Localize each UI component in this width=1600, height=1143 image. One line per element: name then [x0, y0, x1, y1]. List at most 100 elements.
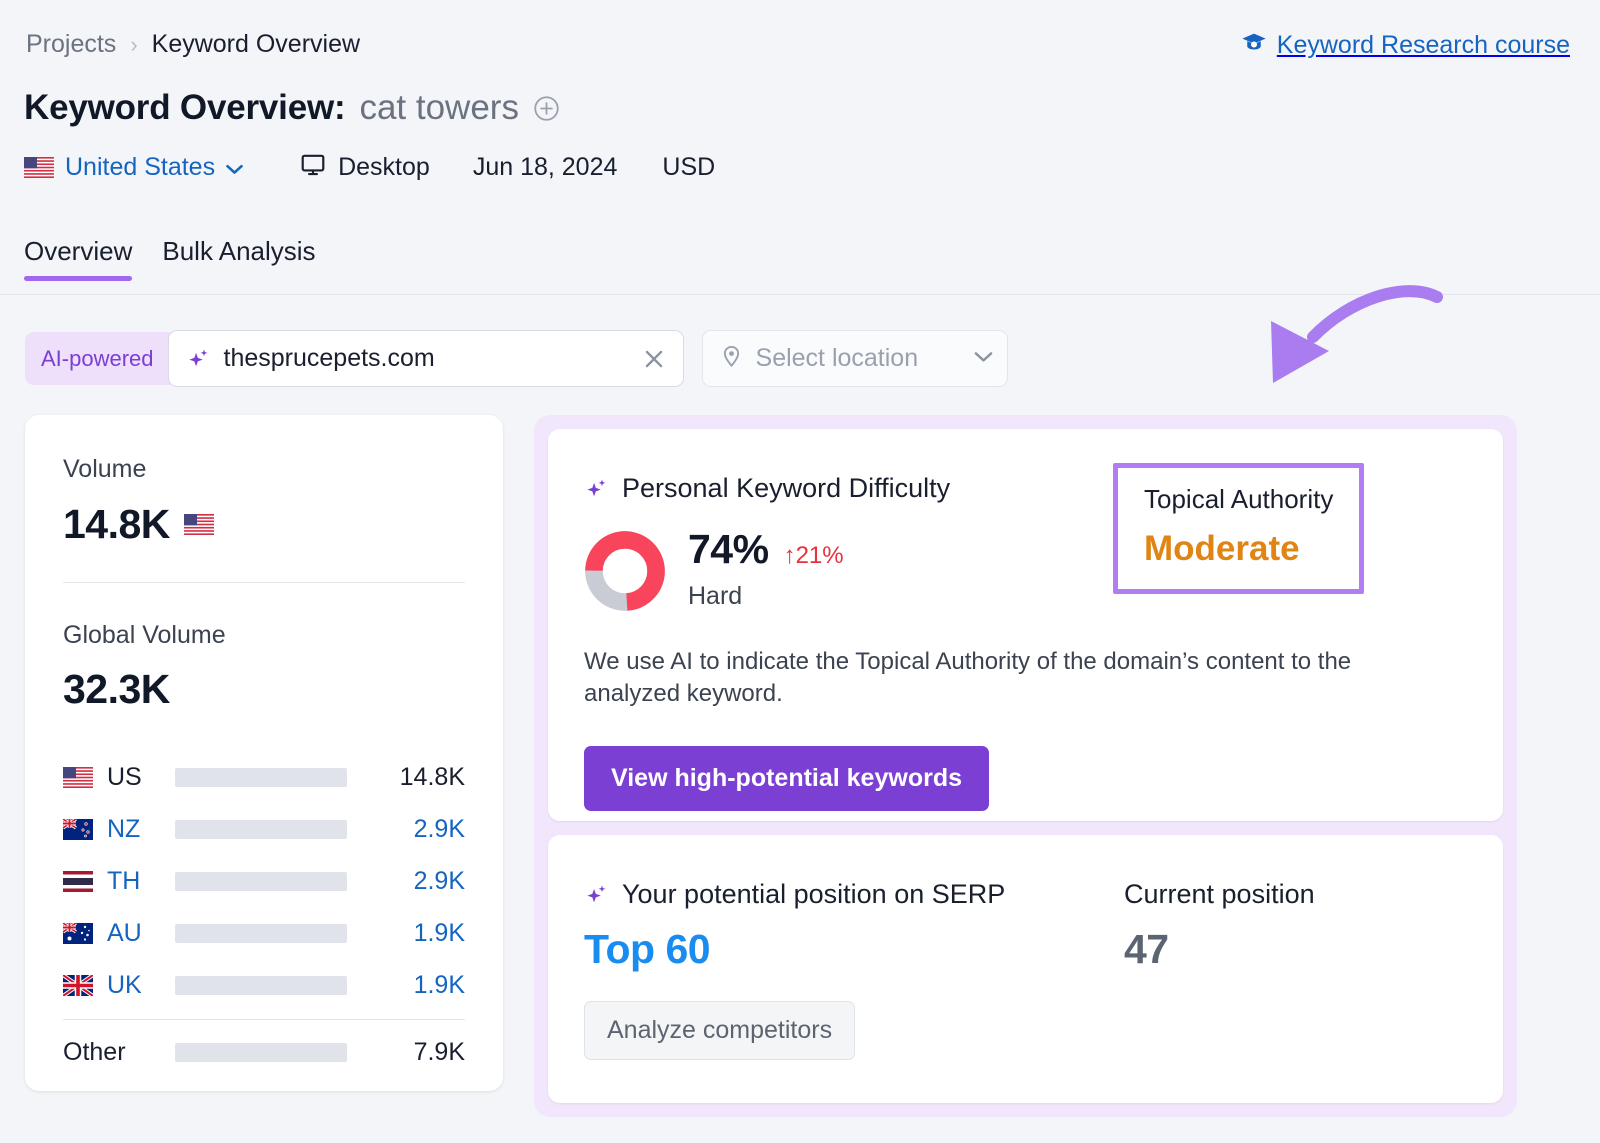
- domain-search-row: AI-powered thesprucepets.com Select loca…: [25, 330, 1008, 387]
- breadcrumb-current: Keyword Overview: [152, 30, 360, 59]
- chevron-down-icon: [226, 162, 243, 173]
- list-item: NZ 2.9K: [63, 803, 465, 855]
- other-label: Other: [63, 1038, 175, 1067]
- volume-bar: [175, 1043, 347, 1062]
- difficulty-donut-chart: [584, 530, 666, 612]
- country-volume-list: US 14.8K NZ: [63, 751, 465, 1078]
- current-position-group: Current position: [1124, 879, 1315, 910]
- list-item: AU 1.9K: [63, 907, 465, 959]
- country-volume-value[interactable]: 2.9K: [347, 867, 465, 896]
- volume-bar: [175, 820, 347, 839]
- kd-level: Hard: [688, 582, 844, 611]
- country-name: United States: [65, 153, 215, 182]
- country-code: US: [107, 763, 175, 792]
- report-date: Jun 18, 2024: [473, 153, 618, 182]
- list-item: TH 2.9K: [63, 855, 465, 907]
- keyword-research-course-link[interactable]: Keyword Research course: [1240, 29, 1570, 62]
- us-flag: [63, 767, 93, 788]
- volume-bar: [175, 924, 347, 943]
- location-placeholder: Select location: [756, 344, 962, 373]
- plus-circle-icon[interactable]: [533, 95, 560, 122]
- potential-position-value: Top 60: [584, 926, 1124, 973]
- nz-flag: [63, 819, 93, 840]
- report-meta-row: United States Desktop Jun 18, 2024 USD: [24, 152, 715, 183]
- breadcrumb-separator-icon: ›: [130, 34, 137, 56]
- breadcrumb: Projects › Keyword Overview: [26, 30, 360, 59]
- sparkle-icon: [584, 476, 610, 502]
- sparkle-icon: [186, 346, 212, 372]
- sparkle-icon: [584, 882, 610, 908]
- keyword-overview-page: Projects › Keyword Overview Keyword Rese…: [0, 0, 1600, 1143]
- country-code[interactable]: NZ: [107, 815, 175, 844]
- currency-label: USD: [662, 153, 715, 182]
- volume-bar: [175, 768, 347, 787]
- chevron-down-icon: [974, 350, 993, 368]
- volume-card: Volume 14.8K Global Volume 32.3K: [25, 415, 503, 1091]
- topical-authority-highlight: Topical Authority Moderate: [1113, 463, 1364, 594]
- country-volume-value: 14.8K: [347, 763, 465, 792]
- topical-authority-value: Moderate: [1144, 529, 1333, 569]
- kd-title: Personal Keyword Difficulty: [622, 473, 950, 504]
- ai-powered-badge: AI-powered: [25, 332, 182, 385]
- tab-overview[interactable]: Overview: [24, 236, 132, 281]
- device-label: Desktop: [338, 153, 430, 182]
- au-flag: [63, 923, 93, 944]
- tab-bulk-analysis[interactable]: Bulk Analysis: [162, 236, 315, 281]
- global-volume-value: 32.3K: [63, 666, 465, 713]
- volume-value: 14.8K: [63, 501, 170, 548]
- topical-authority-label: Topical Authority: [1144, 484, 1333, 515]
- global-volume-label: Global Volume: [63, 621, 465, 650]
- page-title: Keyword Overview: cat towers: [24, 88, 560, 128]
- current-position-value: 47: [1124, 926, 1169, 973]
- uk-flag: [63, 975, 93, 996]
- page-title-prefix: Keyword Overview:: [24, 88, 345, 128]
- country-selector[interactable]: United States: [24, 153, 243, 182]
- list-divider: [63, 1019, 465, 1020]
- desktop-monitor-icon: [299, 152, 327, 183]
- map-pin-icon: [719, 344, 744, 374]
- country-code[interactable]: UK: [107, 971, 175, 1000]
- serp-values: Top 60 47: [584, 926, 1467, 973]
- us-flag: [24, 157, 54, 178]
- serp-position-card: Your potential position on SERP Current …: [548, 835, 1503, 1103]
- domain-input-value: thesprucepets.com: [224, 344, 641, 373]
- location-select[interactable]: Select location: [702, 330, 1008, 387]
- list-item: Other 7.9K: [63, 1026, 465, 1078]
- country-volume-value[interactable]: 2.9K: [347, 815, 465, 844]
- global-volume-block: Global Volume 32.3K: [63, 621, 465, 713]
- personal-keyword-difficulty-card: Personal Keyword Difficulty 74% ↑21% Har…: [548, 429, 1503, 821]
- other-volume-value: 7.9K: [347, 1038, 465, 1067]
- graduation-cap-icon: [1240, 29, 1268, 62]
- kd-description: We use AI to indicate the Topical Author…: [584, 646, 1384, 710]
- breadcrumb-projects[interactable]: Projects: [26, 30, 116, 59]
- ai-insights-panel: Personal Keyword Difficulty 74% ↑21% Har…: [534, 415, 1517, 1117]
- volume-bar: [175, 976, 347, 995]
- country-code[interactable]: AU: [107, 919, 175, 948]
- serp-title: Your potential position on SERP: [622, 879, 1005, 910]
- device-indicator: Desktop: [299, 152, 430, 183]
- kd-delta: ↑21%: [784, 542, 844, 570]
- country-volume-value[interactable]: 1.9K: [347, 971, 465, 1000]
- current-position-label: Current position: [1124, 879, 1315, 909]
- volume-value-row: 14.8K: [63, 501, 465, 548]
- analyze-competitors-button[interactable]: Analyze competitors: [584, 1001, 855, 1060]
- volume-label: Volume: [63, 455, 465, 484]
- kd-figures: 74% ↑21% Hard: [688, 526, 844, 611]
- view-high-potential-keywords-button[interactable]: View high-potential keywords: [584, 746, 989, 811]
- country-code[interactable]: TH: [107, 867, 175, 896]
- list-item: UK 1.9K: [63, 959, 465, 1011]
- page-title-keyword: cat towers: [359, 88, 519, 128]
- close-x-icon[interactable]: [641, 346, 667, 372]
- kd-percent-row: 74% ↑21%: [688, 526, 844, 573]
- country-volume-value[interactable]: 1.9K: [347, 919, 465, 948]
- tab-bar: Overview Bulk Analysis: [24, 236, 316, 281]
- domain-input[interactable]: thesprucepets.com: [168, 330, 684, 387]
- th-flag: [63, 871, 93, 892]
- annotation-arrow-icon: [1255, 275, 1445, 395]
- volume-bar: [175, 872, 347, 891]
- us-flag: [184, 514, 214, 535]
- serp-title-group: Your potential position on SERP: [584, 879, 1124, 910]
- card-divider: [63, 582, 465, 583]
- kd-percent: 74%: [688, 526, 769, 573]
- list-item: US 14.8K: [63, 751, 465, 803]
